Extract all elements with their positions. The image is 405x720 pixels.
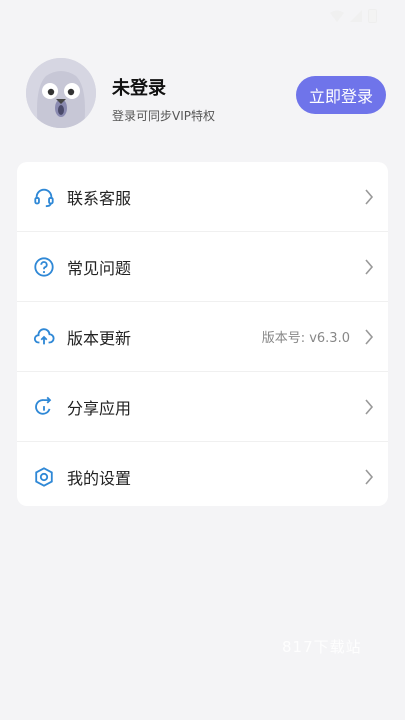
battery-icon bbox=[368, 9, 377, 23]
chevron-right-icon bbox=[365, 258, 374, 275]
menu-item-contact-support[interactable]: 联系客服 bbox=[17, 162, 388, 232]
chevron-right-icon bbox=[365, 328, 374, 345]
menu-item-faq[interactable]: 常见问题 bbox=[17, 232, 388, 302]
question-icon bbox=[34, 256, 54, 277]
share-icon bbox=[35, 396, 52, 415]
owl-avatar-icon bbox=[26, 58, 96, 128]
profile-header: 未登录 登录可同步VIP特权 立即登录 bbox=[26, 58, 386, 134]
chevron-right-icon bbox=[365, 188, 374, 205]
settings-icon bbox=[35, 466, 53, 487]
menu-label: 常见问题 bbox=[67, 258, 132, 278]
menu-item-share-app[interactable]: 分享应用 bbox=[17, 372, 388, 442]
headset-icon bbox=[34, 188, 54, 207]
menu-label: 联系客服 bbox=[67, 188, 132, 208]
menu-label: 版本更新 bbox=[67, 328, 132, 348]
wifi-icon bbox=[330, 10, 344, 22]
menu-item-settings[interactable]: 我的设置 bbox=[17, 442, 388, 506]
watermark: 817下载站 bbox=[282, 638, 362, 656]
signal-icon bbox=[350, 10, 362, 22]
menu-label: 我的设置 bbox=[67, 468, 132, 488]
username: 未登录 bbox=[112, 78, 166, 99]
chevron-right-icon bbox=[365, 398, 374, 415]
menu-label: 分享应用 bbox=[67, 398, 132, 418]
avatar[interactable] bbox=[26, 58, 96, 128]
login-button[interactable]: 立即登录 bbox=[296, 76, 386, 114]
version-number: 版本号: v6.3.0 bbox=[261, 331, 350, 346]
menu-card: 联系客服 常见问题 版本更新 版本号: v6.3.0 分享应用 我的设置 bbox=[17, 162, 388, 506]
status-icons bbox=[330, 9, 377, 23]
menu-item-version-update[interactable]: 版本更新 版本号: v6.3.0 bbox=[17, 302, 388, 372]
cloud-upload-icon bbox=[33, 327, 55, 344]
login-hint: 登录可同步VIP特权 bbox=[112, 109, 215, 123]
status-bar bbox=[0, 0, 405, 34]
chevron-right-icon bbox=[365, 468, 374, 485]
